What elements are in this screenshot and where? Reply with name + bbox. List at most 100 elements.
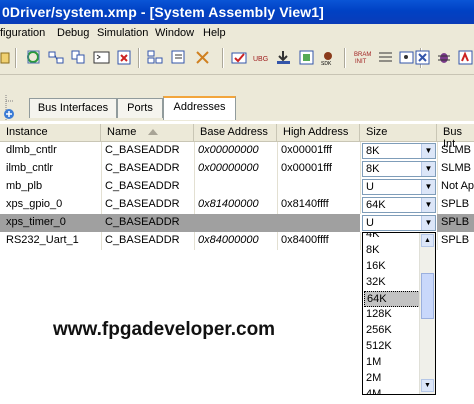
name-cell: C_BASEADDR bbox=[105, 162, 180, 174]
header-label: Size bbox=[366, 126, 388, 138]
dropdown-option-highlighted[interactable]: 64K bbox=[364, 291, 420, 307]
size-select[interactable]: U ▼ bbox=[362, 179, 436, 195]
instance-cell: ilmb_cntlr bbox=[6, 162, 54, 174]
dropdown-option[interactable]: 16K bbox=[364, 259, 420, 275]
size-dropdown-list[interactable]: 4K 8K 16K 32K 64K 128K 256K 512K 1M 2M 4… bbox=[362, 232, 436, 395]
copy-icon[interactable] bbox=[70, 49, 87, 66]
debug-icon[interactable] bbox=[398, 49, 415, 66]
dropdown-option[interactable]: 256K bbox=[364, 323, 420, 339]
high-address-cell: 0x00001fff bbox=[281, 144, 332, 156]
bus-icon[interactable] bbox=[48, 49, 65, 66]
tab-addresses[interactable]: Addresses bbox=[163, 96, 236, 120]
name-cell: C_BASEADDR bbox=[105, 180, 180, 192]
menu-configuration[interactable]: figuration bbox=[0, 27, 45, 39]
hierarchy-icon[interactable] bbox=[147, 49, 164, 66]
stop-icon[interactable] bbox=[414, 49, 431, 66]
base-address-cell[interactable] bbox=[194, 214, 277, 232]
scroll-down-icon[interactable]: ▼ bbox=[421, 379, 434, 392]
svg-text:UBG: UBG bbox=[253, 56, 268, 63]
base-address-cell[interactable]: 0x81400000 bbox=[194, 196, 277, 214]
column-header-bus-interface[interactable]: Bus Int bbox=[437, 124, 474, 150]
column-header-size[interactable]: Size bbox=[360, 124, 437, 142]
instance-cell: xps_gpio_0 bbox=[6, 198, 63, 210]
title-bar: 0Driver/system.xmp - [System Assembly Vi… bbox=[0, 0, 474, 24]
high-address-cell: 0x00001fff bbox=[281, 162, 332, 174]
list-icon[interactable] bbox=[377, 49, 394, 66]
check-icon[interactable] bbox=[231, 49, 248, 66]
dropdown-option[interactable]: 4M bbox=[364, 387, 420, 394]
toolbar-separator bbox=[344, 48, 346, 68]
toolbar-separator bbox=[222, 48, 224, 68]
column-header-instance[interactable]: Instance bbox=[0, 124, 101, 142]
more-icon[interactable] bbox=[457, 49, 474, 66]
tab-label: Addresses bbox=[173, 101, 226, 113]
chevron-down-icon[interactable]: ▼ bbox=[421, 180, 435, 194]
column-header-high-address[interactable]: High Address bbox=[277, 124, 360, 142]
sdk-icon[interactable]: SDK bbox=[320, 49, 337, 66]
dropdown-option[interactable]: 8K bbox=[364, 243, 420, 259]
dropdown-option[interactable]: 2M bbox=[364, 371, 420, 387]
header-label: Instance bbox=[6, 126, 48, 138]
high-address-cell: 0x8140ffff bbox=[281, 198, 329, 210]
bus-interface-cell: Not App bbox=[441, 180, 474, 192]
scroll-up-icon[interactable]: ▲ bbox=[421, 234, 434, 247]
tab-ports[interactable]: Ports bbox=[117, 98, 163, 118]
tab-label: Ports bbox=[127, 102, 153, 114]
base-address-cell[interactable]: 0x00000000 bbox=[194, 142, 277, 160]
console-icon[interactable] bbox=[93, 49, 110, 66]
chevron-down-icon[interactable]: ▼ bbox=[421, 144, 435, 158]
chevron-down-icon[interactable]: ▼ bbox=[421, 216, 435, 230]
scrollbar-thumb[interactable] bbox=[421, 273, 434, 319]
sort-ascending-icon bbox=[148, 129, 158, 135]
bus-interface-cell: SLMB bbox=[441, 162, 471, 174]
instance-cell: dlmb_cntlr bbox=[6, 144, 57, 156]
size-select-value: 8K bbox=[366, 145, 380, 157]
header-label: Name bbox=[107, 126, 137, 138]
high-address-cell bbox=[277, 178, 360, 196]
column-header-name[interactable]: Name bbox=[101, 124, 194, 142]
chevron-down-icon[interactable]: ▼ bbox=[421, 162, 435, 176]
base-address-cell[interactable]: 0x00000000 bbox=[194, 160, 277, 178]
toolbar-separator bbox=[15, 48, 17, 68]
high-address-cell: 0x8400ffff bbox=[281, 234, 329, 246]
chevron-down-icon[interactable]: ▼ bbox=[421, 198, 435, 212]
svg-text:BRAM: BRAM bbox=[354, 52, 371, 58]
tab-bus-interfaces[interactable]: Bus Interfaces bbox=[29, 98, 117, 118]
bus-interface-cell: SPLB bbox=[441, 198, 470, 210]
base-address-cell[interactable]: 0x84000000 bbox=[194, 232, 277, 250]
tab-strip: Bus Interfaces Ports Addresses bbox=[0, 96, 474, 120]
dropdown-option[interactable]: 1M bbox=[364, 355, 420, 371]
bram-init-icon[interactable]: BRAMINIT bbox=[354, 49, 371, 66]
dropdown-option[interactable]: 32K bbox=[364, 275, 420, 291]
menu-bar: figuration Debug Simulation Window Help bbox=[0, 24, 474, 43]
size-select[interactable]: 64K ▼ bbox=[362, 197, 436, 213]
header-label: Base Address bbox=[200, 126, 268, 138]
dropdown-option[interactable]: 4K bbox=[364, 233, 420, 243]
menu-help[interactable]: Help bbox=[203, 27, 226, 39]
base-address-cell[interactable] bbox=[194, 178, 277, 196]
column-header-base-address[interactable]: Base Address bbox=[194, 124, 277, 142]
high-address-cell bbox=[277, 214, 360, 232]
menu-window[interactable]: Window bbox=[155, 27, 194, 39]
bug-icon[interactable] bbox=[436, 49, 453, 66]
menu-simulation[interactable]: Simulation bbox=[97, 27, 148, 39]
size-select-value: 64K bbox=[366, 199, 386, 211]
bitstream-icon[interactable] bbox=[194, 49, 211, 66]
memory-icon[interactable] bbox=[298, 49, 315, 66]
dropdown-option[interactable]: 512K bbox=[364, 339, 420, 355]
refresh-icon[interactable] bbox=[25, 49, 42, 66]
menu-debug[interactable]: Debug bbox=[57, 27, 89, 39]
dropdown-scrollbar[interactable]: ▲ ▼ bbox=[419, 233, 435, 394]
ubg-icon[interactable]: UBG bbox=[253, 49, 270, 66]
settings-icon[interactable] bbox=[170, 49, 187, 66]
size-select[interactable]: 8K ▼ bbox=[362, 161, 436, 177]
download-icon[interactable] bbox=[275, 49, 292, 66]
bus-interface-cell: SPLB bbox=[437, 214, 474, 232]
size-select-open[interactable]: U ▼ bbox=[362, 215, 436, 231]
size-select-value: U bbox=[366, 181, 374, 193]
size-select[interactable]: 8K ▼ bbox=[362, 143, 436, 159]
close-icon[interactable] bbox=[116, 49, 133, 66]
toolbar-separator bbox=[138, 48, 140, 68]
dropdown-option[interactable]: 128K bbox=[364, 307, 420, 323]
name-cell: C_BASEADDR bbox=[105, 144, 180, 156]
